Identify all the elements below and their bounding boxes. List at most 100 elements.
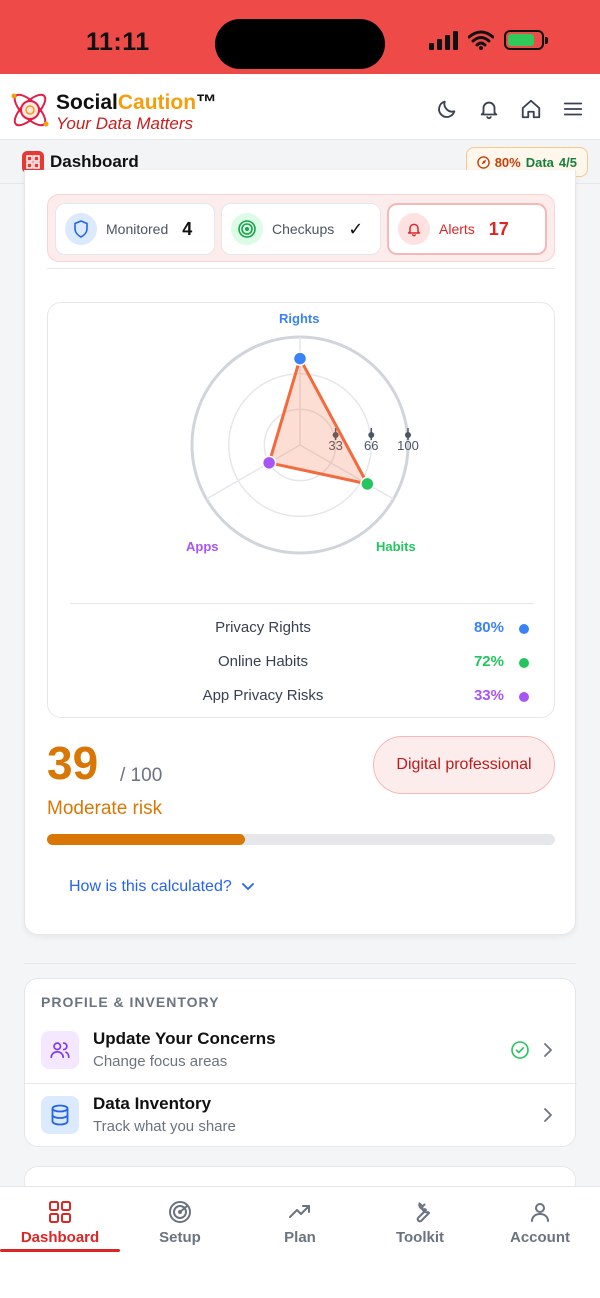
nav-account[interactable]: Account: [480, 1187, 600, 1253]
stat-label: Monitored: [106, 221, 169, 237]
legend-dot: [519, 658, 529, 668]
nav-toolkit[interactable]: Toolkit: [360, 1187, 480, 1253]
signal-icon: [429, 30, 458, 50]
trend-icon: [287, 1199, 313, 1225]
radar-chart-card: 33 66 100 Rights Habits Apps Privacy Right…: [47, 302, 555, 718]
data-point-rights: [292, 351, 308, 366]
nav-label: Dashboard: [20, 1229, 100, 1246]
status-icons: [429, 30, 548, 50]
score-max: / 100: [120, 765, 163, 786]
legend-row-habits: Online Habits 72%: [48, 653, 556, 673]
nav-label: Plan: [284, 1229, 316, 1246]
data-point-habits: [360, 476, 375, 492]
stat-value: 17: [488, 218, 509, 239]
stats-row: Monitored 4 Checkups ✓ Alerts 17: [47, 194, 555, 262]
legend-name: Privacy Rights: [215, 619, 311, 636]
persona-badge[interactable]: Digital professional: [373, 736, 555, 794]
axis-label-apps: Apps: [186, 539, 219, 554]
compass-icon: [476, 155, 490, 169]
list-item-subtitle: Track what you share: [93, 1118, 236, 1135]
stat-monitored[interactable]: Monitored 4: [55, 203, 215, 255]
data-point-apps: [261, 455, 277, 471]
chevron-right-icon: [544, 1108, 552, 1122]
divider: [24, 963, 576, 964]
database-icon: [41, 1096, 79, 1134]
how-calculated-label: How is this calculated?: [69, 878, 232, 895]
nav-plan[interactable]: Plan: [240, 1187, 360, 1253]
shield-icon: [65, 213, 97, 245]
bottom-nav: Dashboard Setup Plan Toolkit Account: [0, 1186, 600, 1298]
nav-label: Account: [510, 1229, 570, 1246]
home-icon[interactable]: [520, 98, 542, 120]
divider: [70, 603, 534, 604]
menu-icon[interactable]: [562, 98, 584, 120]
users-icon: [41, 1031, 79, 1069]
stat-value: 4: [182, 218, 193, 239]
bell-icon: [398, 213, 430, 245]
legend-row-rights: Privacy Rights 80%: [48, 619, 556, 639]
stat-label: Alerts: [439, 221, 475, 237]
moon-icon[interactable]: [436, 98, 458, 120]
chevron-right-icon: [544, 1043, 552, 1057]
status-bar: 11:11: [0, 0, 600, 74]
page-title: Dashboard: [50, 152, 139, 171]
logo-icon[interactable]: [8, 88, 52, 132]
legend-dot: [519, 692, 529, 702]
list-item-title: Data Inventory: [93, 1094, 212, 1113]
radar-icon: [167, 1199, 193, 1225]
brand-tagline: Your Data Matters: [56, 114, 194, 133]
stat-alerts[interactable]: Alerts 17: [387, 203, 547, 255]
tick-label: 100: [397, 438, 419, 453]
score-progress-fill: [47, 834, 246, 845]
user-icon: [527, 1199, 553, 1225]
section-title: PROFILE & INVENTORY: [41, 994, 220, 1010]
nav-label: Toolkit: [395, 1229, 445, 1246]
data-chip-percent: 80%: [494, 154, 521, 170]
legend-row-apps: App Privacy Risks 33%: [48, 687, 556, 707]
chevron-down-icon: [241, 883, 254, 890]
header-actions: [436, 98, 584, 120]
axis-label-rights: Rights: [279, 311, 320, 326]
privacy-score-card: Monitored 4 Checkups ✓ Alerts 17 33 66 100…: [24, 170, 576, 935]
brand-name: SocialCaution™: [56, 91, 218, 114]
dynamic-island: [215, 19, 385, 69]
checkmark-icon: ✓: [348, 218, 364, 239]
list-item-subtitle: Change focus areas: [93, 1053, 228, 1070]
list-item-title: Update Your Concerns: [93, 1029, 276, 1048]
radar-chart: 33 66 100: [190, 335, 419, 555]
legend-value: 80%: [473, 619, 504, 636]
data-chip-label: Data: [525, 154, 554, 170]
legend-name: Online Habits: [217, 653, 309, 670]
status-time: 11:11: [86, 28, 150, 56]
target-icon: [231, 213, 263, 245]
legend-value: 33%: [473, 687, 504, 704]
divider: [47, 268, 555, 269]
profile-inventory-card: PROFILE & INVENTORY Update Your Concerns…: [24, 978, 577, 1147]
wrench-icon: [407, 1199, 433, 1225]
axis-label-habits: Habits: [376, 539, 416, 554]
radar-area: [267, 357, 369, 486]
how-calculated-link[interactable]: How is this calculated?: [69, 878, 254, 896]
risk-label: Moderate risk: [47, 798, 163, 819]
tick-label: 66: [364, 438, 378, 453]
score-progress-bar: [47, 834, 555, 845]
active-indicator: [0, 1249, 120, 1252]
nav-label: Setup: [159, 1229, 201, 1246]
legend-name: App Privacy Risks: [202, 687, 324, 704]
check-circle-icon: [511, 1041, 529, 1059]
legend-dot: [519, 624, 529, 634]
app-header: SocialCaution™ Your Data Matters: [0, 74, 600, 140]
battery-icon: [504, 30, 548, 50]
stat-checkups[interactable]: Checkups ✓: [221, 203, 381, 255]
score-value: 39: [47, 737, 99, 789]
battery-fill: [508, 34, 534, 46]
bell-icon[interactable]: [478, 98, 500, 120]
list-item-data-inventory[interactable]: Data Inventory Track what you share: [25, 1083, 577, 1147]
brand: SocialCaution™ Your Data Matters: [56, 92, 217, 134]
nav-setup[interactable]: Setup: [120, 1187, 240, 1253]
nav-dashboard[interactable]: Dashboard: [0, 1187, 120, 1253]
list-item-update-concerns[interactable]: Update Your Concerns Change focus areas: [25, 1019, 577, 1083]
data-chip-fraction: 4/5: [558, 154, 577, 170]
wifi-icon: [468, 30, 494, 50]
stat-label: Checkups: [272, 221, 335, 237]
